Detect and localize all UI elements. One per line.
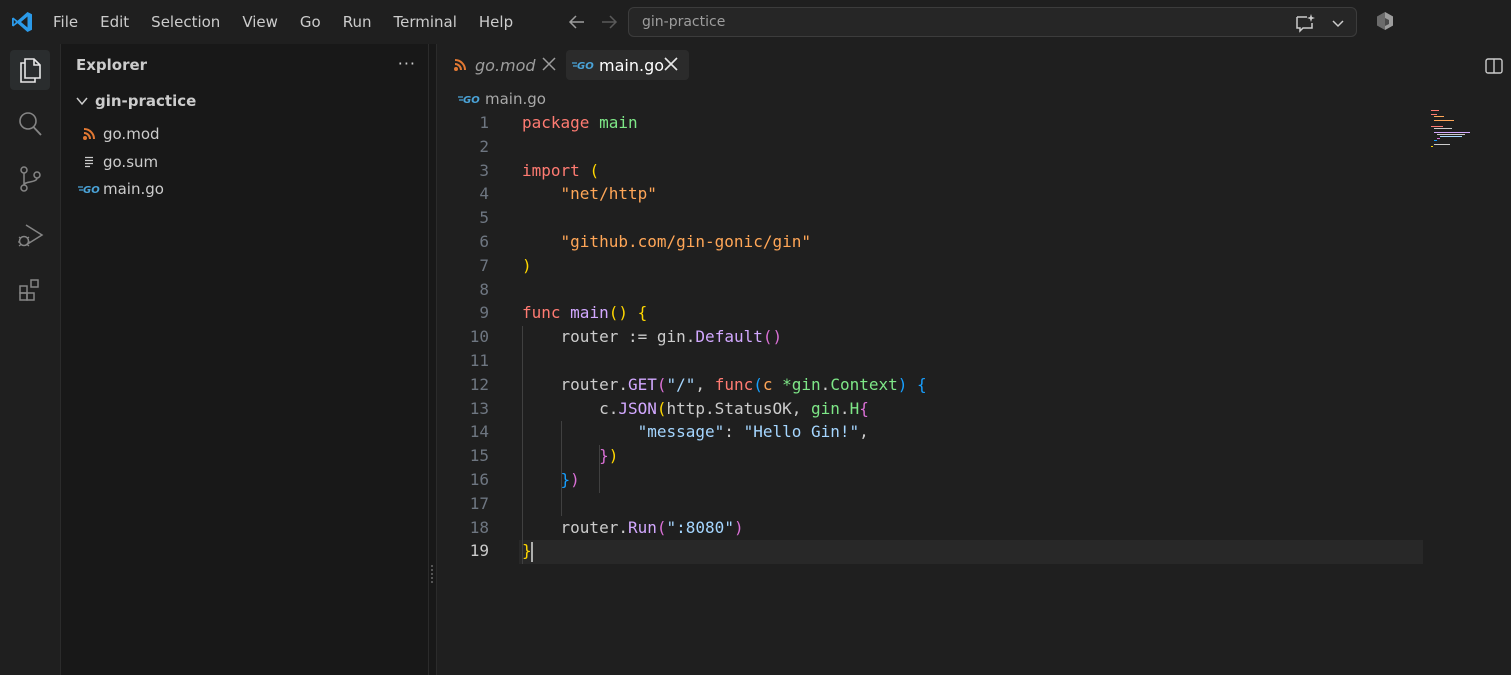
activity-bar xyxy=(0,44,61,675)
go-icon: GO xyxy=(458,95,480,105)
close-icon[interactable] xyxy=(539,54,559,74)
command-center-label: gin-practice xyxy=(642,14,726,30)
menu-file[interactable]: File xyxy=(42,0,89,44)
svg-text:GO: GO xyxy=(463,95,480,105)
file-label: go.sum xyxy=(103,153,159,171)
activity-search[interactable] xyxy=(10,104,50,144)
code-line: 15 }) xyxy=(469,446,619,466)
code-line: 12 router.GET("/", func(c *gin.Context) … xyxy=(469,374,927,394)
minimap[interactable] xyxy=(1431,110,1481,150)
activity-extensions[interactable] xyxy=(10,270,50,310)
tab-label: main.go xyxy=(599,55,665,75)
arrow-left-icon[interactable] xyxy=(566,11,588,33)
file-label: go.mod xyxy=(103,125,160,143)
code-line: 18 router.Run(":8080") xyxy=(469,517,744,537)
source-control-icon xyxy=(20,166,41,192)
chevron-down-icon[interactable] xyxy=(1328,12,1348,34)
menu-terminal[interactable]: Terminal xyxy=(383,0,468,44)
sash-handle[interactable] xyxy=(431,565,434,583)
rss-icon xyxy=(83,128,95,140)
arrow-right-icon[interactable] xyxy=(598,11,620,33)
code-line: 16 }) xyxy=(469,469,580,489)
code-line: 9 func main() { xyxy=(479,303,648,323)
code-line: 8 xyxy=(479,279,489,299)
menu-view[interactable]: View xyxy=(231,0,289,44)
code-line: 13 c.JSON(http.StatusOK, gin.H{ xyxy=(469,398,869,418)
file-go-mod[interactable]: go.mod xyxy=(61,121,429,147)
code-line: 6 "github.com/gin-gonic/gin" xyxy=(479,231,811,251)
search-icon xyxy=(19,112,42,136)
code-line: 2 xyxy=(479,136,489,156)
chevron-down-icon xyxy=(76,97,88,106)
files-icon xyxy=(20,58,41,83)
explorer-sidebar: Explorer ··· gin-practice go.mod go.sum … xyxy=(61,44,429,675)
lines-icon xyxy=(85,156,93,168)
sidebar-title: Explorer xyxy=(76,56,148,74)
folder-gin-practice[interactable]: gin-practice xyxy=(75,92,196,110)
activity-source-control[interactable] xyxy=(10,159,50,199)
file-main-go[interactable]: GO main.go xyxy=(61,176,429,202)
more-actions-icon[interactable]: ··· xyxy=(398,54,416,73)
menu-selection[interactable]: Selection xyxy=(140,0,231,44)
split-editor-icon[interactable] xyxy=(1484,56,1504,76)
breadcrumb[interactable]: GO main.go xyxy=(457,90,546,108)
code-editor[interactable]: 1 package main 2 3 import ( 4 "net/http" 5… xyxy=(437,111,1511,564)
vscode-logo-icon xyxy=(12,12,32,32)
folder-label: gin-practice xyxy=(95,92,197,110)
tab-main-go[interactable]: GO main.go xyxy=(566,50,689,80)
menu-bar: File Edit Selection View Go Run Terminal… xyxy=(42,0,524,44)
activity-run-debug[interactable] xyxy=(10,215,50,255)
breadcrumb-file: main.go xyxy=(485,90,546,108)
go-icon: GO xyxy=(572,61,594,71)
text-cursor xyxy=(531,542,533,562)
file-go-sum[interactable]: go.sum xyxy=(61,149,429,175)
rss-icon xyxy=(454,59,466,71)
title-bar: File Edit Selection View Go Run Terminal… xyxy=(0,0,1511,44)
svg-text:GO: GO xyxy=(577,61,594,71)
close-icon[interactable] xyxy=(661,54,681,74)
menu-help[interactable]: Help xyxy=(468,0,524,44)
copilot-status-icon[interactable] xyxy=(1374,10,1396,32)
go-icon: GO xyxy=(78,185,100,195)
code-line: 11 xyxy=(469,350,489,370)
menu-edit[interactable]: Edit xyxy=(89,0,140,44)
command-center[interactable]: gin-practice xyxy=(628,7,1357,37)
file-label: main.go xyxy=(103,180,164,198)
chat-icon[interactable] xyxy=(1294,12,1316,34)
tab-bar: go.mod GO main.go xyxy=(437,44,1511,86)
menu-go[interactable]: Go xyxy=(289,0,332,44)
editor-group: go.mod GO main.go GO main.go 1 package m… xyxy=(436,44,1511,675)
run-debug-icon xyxy=(18,224,44,247)
code-line: 3 import ( xyxy=(479,160,600,180)
activity-explorer[interactable] xyxy=(10,50,50,90)
code-line: 10 router := gin.Default() xyxy=(469,327,783,347)
code-line: 19} xyxy=(469,541,532,561)
tab-label: go.mod xyxy=(475,55,536,75)
tab-go-mod[interactable]: go.mod xyxy=(447,50,567,80)
extensions-icon xyxy=(19,279,39,301)
code-line: 17 xyxy=(469,493,489,513)
code-line: 1 package main xyxy=(479,113,638,132)
svg-text:GO: GO xyxy=(83,185,100,195)
menu-run[interactable]: Run xyxy=(332,0,383,44)
code-line: 4 "net/http" xyxy=(479,184,657,204)
code-line: 7) xyxy=(479,255,532,275)
code-line: 14 "message": "Hello Gin!", xyxy=(469,422,869,442)
code-line: 5 xyxy=(479,208,489,228)
